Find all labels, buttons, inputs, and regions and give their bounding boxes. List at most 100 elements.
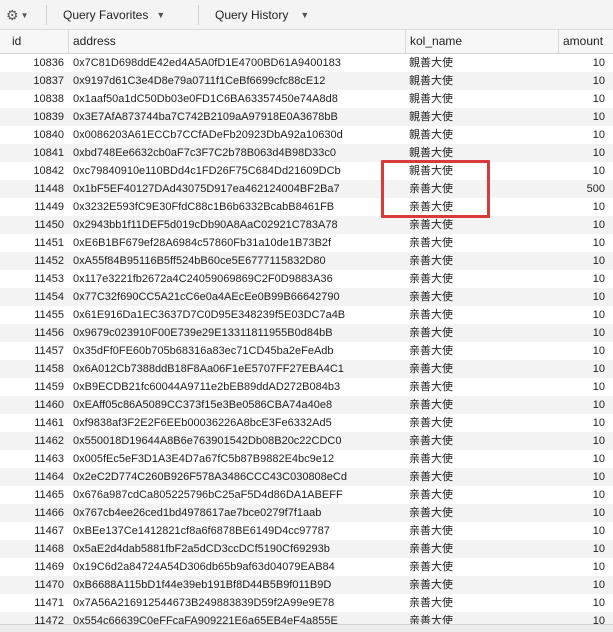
cell-id[interactable]: 11466 xyxy=(0,504,68,522)
cell-amount[interactable]: 10 xyxy=(558,324,613,342)
cell-amount[interactable]: 10 xyxy=(558,252,613,270)
cell-amount[interactable]: 10 xyxy=(558,576,613,594)
column-header-address[interactable]: address xyxy=(68,30,405,53)
cell-address[interactable]: 0xB6688A115bD1f44e39eb191Bf8D44B5B9f011B… xyxy=(68,576,405,594)
cell-address[interactable]: 0xbd748Ee6632cb0aF7c3F7C2b78B063d4B98D33… xyxy=(68,144,405,162)
cell-address[interactable]: 0xEAff05c86A5089CC373f15e3Be0586CBA74a40… xyxy=(68,396,405,414)
cell-kol-name[interactable]: 亲善大使 xyxy=(405,288,558,306)
cell-amount[interactable]: 10 xyxy=(558,306,613,324)
cell-kol-name[interactable]: 亲善大使 xyxy=(405,180,558,198)
query-favorites-button[interactable]: Query Favorites ▼ xyxy=(63,7,165,23)
table-row[interactable]: 10838 0x1aaf50a1dC50Db03e0FD1C6BA63357450… xyxy=(0,90,613,108)
cell-kol-name[interactable]: 亲善大使 xyxy=(405,252,558,270)
table-row[interactable]: 11462 0x550018D19644A8B6e763901542Db08B20… xyxy=(0,432,613,450)
cell-id[interactable]: 10836 xyxy=(0,54,68,72)
cell-address[interactable]: 0x117e3221fb2672a4C24059069869C2F0D9883A… xyxy=(68,270,405,288)
table-row[interactable]: 11464 0x2eC2D774C260B926F578A3486CCC43C03… xyxy=(0,468,613,486)
query-history-button[interactable]: Query History ▼ xyxy=(215,7,309,23)
cell-id[interactable]: 10839 xyxy=(0,108,68,126)
column-header-kol-name[interactable]: kol_name xyxy=(405,30,558,53)
cell-amount[interactable]: 10 xyxy=(558,558,613,576)
cell-address[interactable]: 0xE6B1BF679ef28A6984c57860Fb31a10de1B73B… xyxy=(68,234,405,252)
cell-kol-name[interactable]: 亲善大使 xyxy=(405,234,558,252)
cell-amount[interactable]: 10 xyxy=(558,342,613,360)
cell-amount[interactable]: 10 xyxy=(558,594,613,612)
cell-kol-name[interactable]: 親善大使 xyxy=(405,90,558,108)
cell-amount[interactable]: 10 xyxy=(558,216,613,234)
table-row[interactable]: 11455 0x61E916Da1EC3637D7C0D95E348239f5E0… xyxy=(0,306,613,324)
table-row[interactable]: 11463 0x005fEc5eF3D1A3E4D7a67fC5b87B9882E… xyxy=(0,450,613,468)
cell-kol-name[interactable]: 亲善大使 xyxy=(405,324,558,342)
cell-id[interactable]: 10840 xyxy=(0,126,68,144)
cell-id[interactable]: 11454 xyxy=(0,288,68,306)
table-row[interactable]: 11460 0xEAff05c86A5089CC373f15e3Be0586CBA… xyxy=(0,396,613,414)
cell-amount[interactable]: 10 xyxy=(558,486,613,504)
cell-address[interactable]: 0x9197d61C3e4D8e79a0711f1CeBf6699cfc88cE… xyxy=(68,72,405,90)
cell-id[interactable]: 11471 xyxy=(0,594,68,612)
cell-id[interactable]: 11465 xyxy=(0,486,68,504)
table-row[interactable]: 11454 0x77C32f690CC5A21cC6e0a4AEcEe0B99B6… xyxy=(0,288,613,306)
cell-address[interactable]: 0xf9838af3F2E2F6EEb00036226A8bcE3Fe6332A… xyxy=(68,414,405,432)
cell-address[interactable]: 0xA55f84B95116B5ff524bB60ce5E6777115832D… xyxy=(68,252,405,270)
cell-address[interactable]: 0x1aaf50a1dC50Db03e0FD1C6BA63357450e74A8… xyxy=(68,90,405,108)
cell-address[interactable]: 0x19C6d2a84724A54D306db65b9af63d04079EAB… xyxy=(68,558,405,576)
cell-kol-name[interactable]: 亲善大使 xyxy=(405,450,558,468)
cell-kol-name[interactable]: 亲善大使 xyxy=(405,270,558,288)
table-row[interactable]: 11469 0x19C6d2a84724A54D306db65b9af63d040… xyxy=(0,558,613,576)
cell-id[interactable]: 11457 xyxy=(0,342,68,360)
cell-kol-name[interactable]: 亲善大使 xyxy=(405,216,558,234)
cell-address[interactable]: 0x2943bb1f11DEF5d019cDb90A8AaC02921C783A… xyxy=(68,216,405,234)
cell-id[interactable]: 11464 xyxy=(0,468,68,486)
table-row[interactable]: 10837 0x9197d61C3e4D8e79a0711f1CeBf6699cf… xyxy=(0,72,613,90)
cell-kol-name[interactable]: 親善大使 xyxy=(405,162,558,180)
cell-amount[interactable]: 10 xyxy=(558,144,613,162)
cell-address[interactable]: 0x9679c023910F00E739e29E13311811955B0d84… xyxy=(68,324,405,342)
cell-kol-name[interactable]: 親善大使 xyxy=(405,108,558,126)
column-header-id[interactable]: id xyxy=(0,30,68,53)
cell-address[interactable]: 0xB9ECDB21fc60044A9711e2bEB89ddAD272B084… xyxy=(68,378,405,396)
table-row[interactable]: 11461 0xf9838af3F2E2F6EEb00036226A8bcE3Fe… xyxy=(0,414,613,432)
table-row[interactable]: 11448 0x1bF5EF40127DAd43075D917ea46212400… xyxy=(0,180,613,198)
cell-kol-name[interactable]: 亲善大使 xyxy=(405,342,558,360)
table-row[interactable]: 11466 0x767cb4ee26ced1bd4978617ae7bce0279… xyxy=(0,504,613,522)
cell-kol-name[interactable]: 亲善大使 xyxy=(405,486,558,504)
cell-amount[interactable]: 10 xyxy=(558,504,613,522)
cell-kol-name[interactable]: 親善大使 xyxy=(405,126,558,144)
column-header-amount[interactable]: amount xyxy=(558,30,613,53)
cell-address[interactable]: 0x3E7AfA873744ba7C742B2109aA97918E0A3678… xyxy=(68,108,405,126)
cell-id[interactable]: 10838 xyxy=(0,90,68,108)
cell-id[interactable]: 11449 xyxy=(0,198,68,216)
cell-address[interactable]: 0x0086203A61ECCb7CCfADeFb20923DbA92a1063… xyxy=(68,126,405,144)
cell-address[interactable]: 0x77C32f690CC5A21cC6e0a4AEcEe0B99B666427… xyxy=(68,288,405,306)
cell-kol-name[interactable]: 親善大使 xyxy=(405,72,558,90)
cell-kol-name[interactable]: 亲善大使 xyxy=(405,504,558,522)
cell-kol-name[interactable]: 亲善大使 xyxy=(405,414,558,432)
cell-id[interactable]: 11450 xyxy=(0,216,68,234)
cell-amount[interactable]: 500 xyxy=(558,180,613,198)
cell-address[interactable]: 0xc79840910e110BDd4c1FD26F75C684Dd21609D… xyxy=(68,162,405,180)
cell-address[interactable]: 0x767cb4ee26ced1bd4978617ae7bce0279f7f1a… xyxy=(68,504,405,522)
cell-amount[interactable]: 10 xyxy=(558,90,613,108)
cell-kol-name[interactable]: 亲善大使 xyxy=(405,396,558,414)
cell-amount[interactable]: 10 xyxy=(558,126,613,144)
cell-kol-name[interactable]: 亲善大使 xyxy=(405,558,558,576)
cell-kol-name[interactable]: 亲善大使 xyxy=(405,522,558,540)
cell-address[interactable]: 0x6A012Cb7388ddB18F8Aa06F1eE5707FF27EBA4… xyxy=(68,360,405,378)
cell-amount[interactable]: 10 xyxy=(558,450,613,468)
table-row[interactable]: 11467 0xBEe137Ce1412821cf8a6f6878BE6149D4… xyxy=(0,522,613,540)
cell-amount[interactable]: 10 xyxy=(558,378,613,396)
table-row[interactable]: 11450 0x2943bb1f11DEF5d019cDb90A8AaC02921… xyxy=(0,216,613,234)
cell-id[interactable]: 11468 xyxy=(0,540,68,558)
cell-address[interactable]: 0x550018D19644A8B6e763901542Db08B20c22CD… xyxy=(68,432,405,450)
cell-amount[interactable]: 10 xyxy=(558,360,613,378)
cell-address[interactable]: 0x676a987cdCa805225796bC25aF5D4d86DA1ABE… xyxy=(68,486,405,504)
cell-id[interactable]: 11462 xyxy=(0,432,68,450)
table-row[interactable]: 11452 0xA55f84B95116B5ff524bB60ce5E677711… xyxy=(0,252,613,270)
cell-address[interactable]: 0x7C81D698ddE42ed4A5A0fD1E4700BD61A94001… xyxy=(68,54,405,72)
cell-id[interactable]: 11459 xyxy=(0,378,68,396)
table-row[interactable]: 11470 0xB6688A115bD1f44e39eb191Bf8D44B5B9… xyxy=(0,576,613,594)
table-row[interactable]: 11468 0x5aE2d4dab5881fbF2a5dCD3ccDCf5190C… xyxy=(0,540,613,558)
table-row[interactable]: 10839 0x3E7AfA873744ba7C742B2109aA97918E0… xyxy=(0,108,613,126)
table-row[interactable]: 11465 0x676a987cdCa805225796bC25aF5D4d86D… xyxy=(0,486,613,504)
cell-amount[interactable]: 10 xyxy=(558,468,613,486)
